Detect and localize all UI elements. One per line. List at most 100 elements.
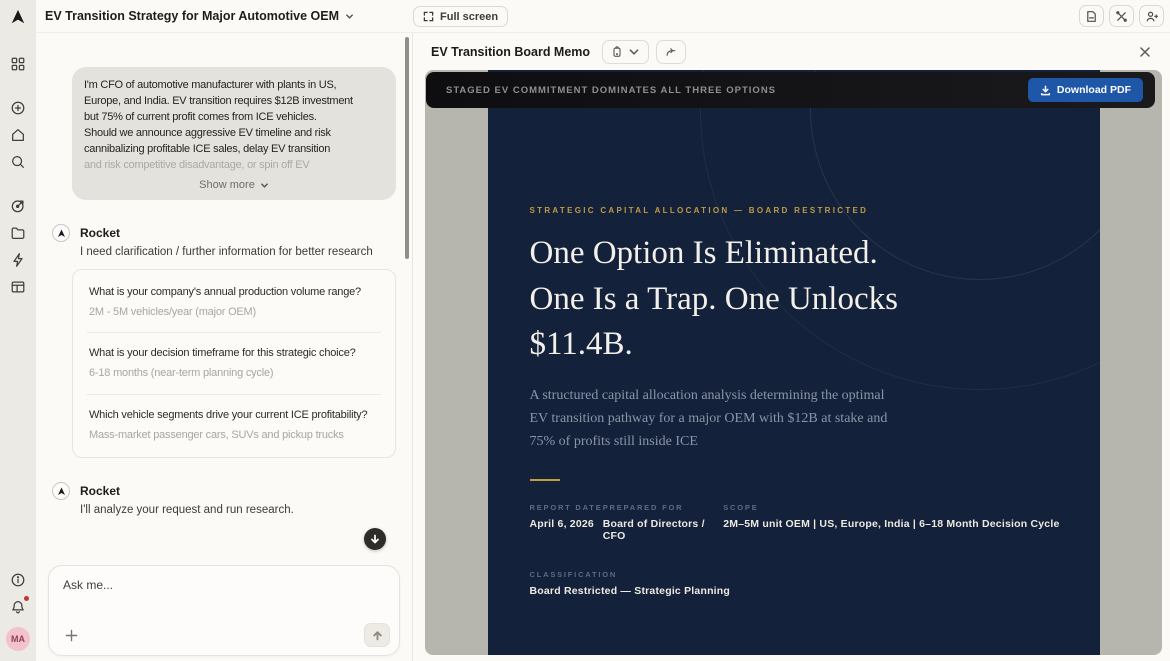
assistant-name: Rocket [80,484,120,498]
assistant-avatar [52,224,70,242]
assistant-message-analyze: Rocket I'll analyze your request and run… [52,482,396,516]
message-composer [48,565,400,656]
memo-panel-header: EV Transition Board Memo [413,33,1170,70]
topbar-actions [1079,5,1164,27]
assistant-message-header: Rocket [52,482,396,500]
memo-classification: CLASSIFICATION Board Restricted — Strate… [530,570,1060,597]
document-button[interactable] [1079,5,1104,27]
user-message-text: I'm CFO of automotive manufacturer with … [84,77,384,157]
assistant-clarify-text: I need clarification / further informati… [80,246,396,258]
close-panel-button[interactable] [1134,41,1156,63]
content-row: I'm CFO of automotive manufacturer with … [36,33,1170,661]
clarification-question: What is your company's annual production… [89,284,379,301]
automation-lightning-icon[interactable] [10,251,27,268]
send-button[interactable] [364,623,390,647]
plus-icon [65,629,78,642]
clarification-item: What is your decision timeframe for this… [87,333,381,394]
chevron-down-icon [260,181,269,190]
top-bar: EV Transition Strategy for Major Automot… [36,0,1170,33]
banner-headline: STAGED EV COMMITMENT DOMINATES ALL THREE… [446,85,776,96]
memo-meta-row: REPORT DATE April 6, 2026 PREPARED FOR B… [530,503,1060,542]
notification-dot [24,596,29,601]
notifications-bell-icon[interactable] [10,598,27,615]
clarification-item: What is your company's annual production… [87,272,381,333]
main-column: EV Transition Strategy for Major Automot… [36,0,1170,661]
expand-icon [423,11,434,22]
conversation-title: EV Transition Strategy for Major Automot… [45,9,339,23]
clarification-answer: 2M - 5M vehicles/year (major OEM) [89,305,379,320]
meta-report-date: REPORT DATE April 6, 2026 [530,503,603,542]
rocket-logo-icon [57,229,66,238]
document-viewer: STAGED EV COMMITMENT DOMINATES ALL THREE… [425,70,1162,655]
meta-value: April 6, 2026 [530,518,603,530]
memo-document-page: STRATEGIC CAPITAL ALLOCATION — BOARD RES… [488,70,1100,655]
download-icon [1040,85,1051,96]
share-arrow-icon [665,46,677,58]
composer-footer [63,623,390,647]
download-label: Download PDF [1057,84,1131,96]
tools-icon [1115,10,1128,23]
meta-value: Board of Directors / CFO [603,518,724,542]
invite-user-button[interactable] [1139,5,1164,27]
gold-divider [530,479,560,481]
search-icon[interactable] [10,153,27,170]
apps-grid-icon[interactable] [10,55,27,72]
clarification-answer: 6-18 months (near-term planning cycle) [89,366,379,381]
fullscreen-label: Full screen [440,11,498,23]
user-avatar[interactable]: MA [6,627,30,651]
clarification-question: Which vehicle segments drive your curren… [89,407,379,424]
chat-panel: I'm CFO of automotive manufacturer with … [36,33,412,661]
classification-value: Board Restricted — Strategic Planning [530,585,1060,597]
assistant-message-clarify: Rocket I need clarification / further in… [52,224,396,458]
user-message-bubble: I'm CFO of automotive manufacturer with … [72,67,396,200]
memo-subtitle: A structured capital allocation analysis… [530,384,1060,453]
rocket-logo-icon [57,487,66,496]
assistant-name: Rocket [80,226,120,240]
assistant-analyze-text: I'll analyze your request and run resear… [80,504,396,516]
clipboard-icon [611,46,623,58]
meta-label: PREPARED FOR [603,503,724,512]
fullscreen-button[interactable]: Full screen [413,6,508,27]
attach-button[interactable] [63,627,79,643]
goals-target-icon[interactable] [10,197,27,214]
meta-scope: SCOPE 2M–5M unit OEM | US, Europe, India… [723,503,1059,542]
assistant-message-header: Rocket [52,224,396,242]
conversation-title-dropdown[interactable]: EV Transition Strategy for Major Automot… [45,9,354,23]
chevron-down-icon [628,46,640,58]
show-more-button[interactable]: Show more [84,173,384,196]
chat-scrollbar[interactable] [405,37,409,259]
clarification-question: What is your decision timeframe for this… [89,345,379,362]
chevron-down-icon [345,12,354,21]
close-icon [1139,46,1151,58]
chat-input[interactable] [49,566,399,610]
scroll-to-bottom-button[interactable] [364,528,386,550]
tools-button[interactable] [1109,5,1134,27]
new-chat-icon[interactable] [10,99,27,116]
headline-banner: STAGED EV COMMITMENT DOMINATES ALL THREE… [426,72,1155,108]
share-button[interactable] [656,40,686,64]
download-pdf-button[interactable]: Download PDF [1028,78,1143,102]
info-icon[interactable] [10,571,27,588]
memo-title: EV Transition Board Memo [431,45,590,59]
app-window: MA EV Transition Strategy for Major Auto… [0,0,1170,661]
assistant-avatar [52,482,70,500]
chat-messages: I'm CFO of automotive manufacturer with … [36,33,412,516]
user-message-truncated-text: and risk competitive disadvantage, or sp… [84,157,384,173]
clarification-item: Which vehicle segments drive your curren… [87,395,381,455]
home-icon[interactable] [10,126,27,143]
app-logo-icon[interactable] [10,8,27,25]
meta-prepared-for: PREPARED FOR Board of Directors / CFO [603,503,724,542]
arrow-down-icon [370,534,380,544]
meta-label: REPORT DATE [530,503,603,512]
folder-icon[interactable] [10,224,27,241]
show-more-label: Show more [199,179,255,191]
clarification-card: What is your company's annual production… [72,269,396,458]
document-icon [1085,10,1098,23]
meta-label: SCOPE [723,503,1059,512]
memo-panel: EV Transition Board Memo STAGED EV COMMI [412,33,1170,661]
arrow-up-icon [372,630,383,641]
copy-dropdown-button[interactable] [602,40,649,64]
layout-table-icon[interactable] [10,278,27,295]
classification-label: CLASSIFICATION [530,570,1060,579]
meta-value: 2M–5M unit OEM | US, Europe, India | 6–1… [723,518,1059,530]
